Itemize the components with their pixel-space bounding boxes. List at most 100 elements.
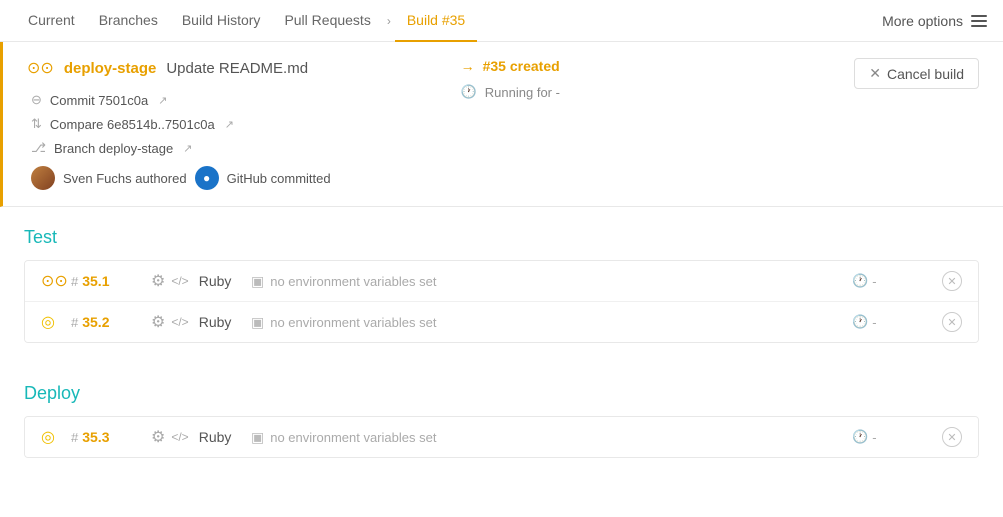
job-time-col: 🕐- bbox=[852, 429, 932, 445]
job-lang-col: ⚙ </> Ruby bbox=[151, 312, 251, 332]
cancel-label: Cancel build bbox=[887, 66, 964, 82]
status-arrow-icon: → bbox=[461, 58, 475, 74]
lang-label: Ruby bbox=[199, 273, 232, 289]
commit-meta: ⊖ Commit 7501c0a ↗ bbox=[31, 92, 421, 108]
build-header-right: ✕ Cancel build bbox=[854, 58, 979, 89]
hash-icon: # bbox=[71, 315, 78, 330]
section-deploy: Deploy◎#35.3⚙</>Ruby▣no environment vari… bbox=[0, 363, 1003, 458]
env-icon: ▣ bbox=[251, 429, 264, 446]
compare-meta: ⇅ Compare 6e8514b..7501c0a ↗ bbox=[31, 116, 421, 132]
cancel-build-button[interactable]: ✕ Cancel build bbox=[854, 58, 979, 89]
more-options-button[interactable]: More options bbox=[882, 13, 987, 29]
job-number: 35.2 bbox=[82, 314, 109, 330]
clock-icon: 🕐 bbox=[852, 314, 868, 330]
build-meta-list: ⊖ Commit 7501c0a ↗ ⇅ Compare 6e8514b..75… bbox=[31, 92, 421, 156]
tab-build-35[interactable]: Build #35 bbox=[395, 0, 477, 42]
branch-meta: ⎇ Branch deploy-stage ↗ bbox=[31, 140, 421, 156]
hamburger-icon bbox=[971, 15, 987, 27]
lang-divider: </> bbox=[171, 430, 188, 444]
cancel-x-icon: ✕ bbox=[869, 65, 881, 82]
lang-label: Ruby bbox=[199, 429, 232, 445]
job-action-col: ✕ bbox=[932, 312, 962, 332]
running-row: 🕐 Running for - bbox=[461, 84, 855, 100]
lang-divider: </> bbox=[171, 315, 188, 329]
github-avatar: ● bbox=[195, 166, 219, 190]
author-row: Sven Fuchs authored ● GitHub committed bbox=[31, 166, 421, 190]
commit-message: Update README.md bbox=[166, 60, 308, 77]
clock-icon: 🕐 bbox=[461, 84, 477, 100]
section-test: Test⊙⊙#35.1⚙</>Ruby▣no environment varia… bbox=[0, 207, 1003, 343]
clock-icon: 🕐 bbox=[852, 429, 868, 445]
job-number: 35.1 bbox=[82, 273, 109, 289]
job-num-col: #35.2 bbox=[71, 314, 151, 330]
external-link-icon: ↗ bbox=[158, 94, 167, 107]
branch-text: Branch deploy-stage bbox=[54, 141, 173, 156]
job-env-col: ▣ no environment variables set bbox=[251, 314, 852, 331]
compare-link-icon: ↗ bbox=[225, 118, 234, 131]
gear-icon: ⚙ bbox=[151, 271, 165, 291]
job-time-col: 🕐- bbox=[852, 314, 932, 330]
sections-container: Test⊙⊙#35.1⚙</>Ruby▣no environment varia… bbox=[0, 207, 1003, 458]
job-num-col: #35.1 bbox=[71, 273, 151, 289]
commit-text: Commit 7501c0a bbox=[50, 93, 148, 108]
cancel-job-button[interactable]: ✕ bbox=[942, 427, 962, 447]
job-num-col: #35.3 bbox=[71, 429, 151, 445]
build-header-left: ⊙⊙ deploy-stage Update README.md ⊖ Commi… bbox=[27, 58, 421, 190]
tab-current[interactable]: Current bbox=[16, 0, 87, 42]
hash-icon: # bbox=[71, 430, 78, 445]
nav-bar: Current Branches Build History Pull Requ… bbox=[0, 0, 1003, 42]
clock-icon: 🕐 bbox=[852, 273, 868, 289]
job-time-col: 🕐- bbox=[852, 273, 932, 289]
env-icon: ▣ bbox=[251, 314, 264, 331]
job-time: - bbox=[872, 274, 876, 289]
job-env-col: ▣ no environment variables set bbox=[251, 273, 852, 290]
compare-icon: ⇅ bbox=[31, 116, 42, 132]
env-label: no environment variables set bbox=[270, 315, 436, 330]
build-header: ⊙⊙ deploy-stage Update README.md ⊖ Commi… bbox=[0, 42, 1003, 207]
gear-icon: ⚙ bbox=[151, 427, 165, 447]
nav-chevron: › bbox=[387, 14, 391, 28]
env-label: no environment variables set bbox=[270, 274, 436, 289]
job-spinner-icon: ◎ bbox=[41, 312, 71, 332]
tab-branches[interactable]: Branches bbox=[87, 0, 170, 42]
job-spinner-icon: ◎ bbox=[41, 427, 71, 447]
job-env-col: ▣ no environment variables set bbox=[251, 429, 852, 446]
job-time: - bbox=[872, 430, 876, 445]
job-row[interactable]: ◎#35.3⚙</>Ruby▣no environment variables … bbox=[25, 417, 978, 457]
job-lang-col: ⚙ </> Ruby bbox=[151, 271, 251, 291]
build-header-center: → #35 created 🕐 Running for - bbox=[421, 58, 855, 100]
job-list-test: ⊙⊙#35.1⚙</>Ruby▣no environment variables… bbox=[24, 260, 979, 343]
build-number-status: #35 created bbox=[483, 58, 560, 74]
env-label: no environment variables set bbox=[270, 430, 436, 445]
running-spinner-icon: ⊙⊙ bbox=[27, 58, 54, 78]
job-time: - bbox=[872, 315, 876, 330]
lang-divider: </> bbox=[171, 274, 188, 288]
job-action-col: ✕ bbox=[932, 271, 962, 291]
job-row[interactable]: ◎#35.2⚙</>Ruby▣no environment variables … bbox=[25, 302, 978, 342]
job-list-deploy: ◎#35.3⚙</>Ruby▣no environment variables … bbox=[24, 416, 979, 458]
author-avatar bbox=[31, 166, 55, 190]
committer-text: GitHub committed bbox=[227, 171, 331, 186]
hash-icon: # bbox=[71, 274, 78, 289]
author-text: Sven Fuchs authored bbox=[63, 171, 187, 186]
stage-name: deploy-stage bbox=[64, 60, 157, 77]
env-icon: ▣ bbox=[251, 273, 264, 290]
running-label: Running for - bbox=[485, 85, 560, 100]
section-title-deploy: Deploy bbox=[24, 383, 979, 404]
job-action-col: ✕ bbox=[932, 427, 962, 447]
lang-label: Ruby bbox=[199, 314, 232, 330]
cancel-job-button[interactable]: ✕ bbox=[942, 271, 962, 291]
compare-text: Compare 6e8514b..7501c0a bbox=[50, 117, 215, 132]
tab-build-history[interactable]: Build History bbox=[170, 0, 273, 42]
build-status-row: → #35 created bbox=[461, 58, 855, 74]
section-title-test: Test bbox=[24, 227, 979, 248]
branch-icon: ⎇ bbox=[31, 140, 46, 156]
branch-link-icon: ↗ bbox=[183, 142, 192, 155]
build-title-row: ⊙⊙ deploy-stage Update README.md bbox=[27, 58, 421, 78]
job-number: 35.3 bbox=[82, 429, 109, 445]
gear-icon: ⚙ bbox=[151, 312, 165, 332]
job-row[interactable]: ⊙⊙#35.1⚙</>Ruby▣no environment variables… bbox=[25, 261, 978, 302]
tab-pull-requests[interactable]: Pull Requests bbox=[272, 0, 382, 42]
cancel-job-button[interactable]: ✕ bbox=[942, 312, 962, 332]
commit-icon: ⊖ bbox=[31, 92, 42, 108]
